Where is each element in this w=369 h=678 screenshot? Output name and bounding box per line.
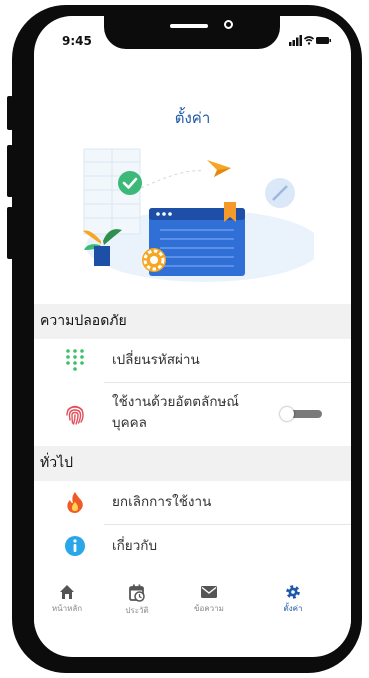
signal-icon xyxy=(289,35,302,46)
menu-item-label: เปลี่ยนรหัสผ่าน xyxy=(112,352,200,368)
info-icon xyxy=(65,536,85,556)
section-header-general: ทั่วไป xyxy=(34,446,351,481)
tab-messages[interactable]: ข้อความ xyxy=(179,578,239,628)
gear-illustration xyxy=(142,248,166,272)
toggle-knob xyxy=(280,407,294,421)
flame-icon xyxy=(67,492,83,513)
settings-illustration xyxy=(83,148,314,282)
calendar-clock-icon xyxy=(129,584,145,602)
fingerprint-icon xyxy=(66,405,84,425)
wifi-icon xyxy=(303,36,315,45)
mail-icon xyxy=(201,586,217,598)
tab-home[interactable]: หน้าหลัก xyxy=(37,578,97,628)
menu-item-label: ใช้งานด้วยอัตตลักษณ์ บุคคล xyxy=(112,392,239,434)
menu-item-about[interactable]: เกี่ยวกับ xyxy=(34,525,351,568)
bottom-tab-bar: หน้าหลัก ประวัติ ข้อความ ตั้งค่า xyxy=(34,578,351,628)
menu-item-label-line1: ใช้งานด้วยอัตตลักษณ์ xyxy=(112,394,239,410)
home-icon xyxy=(60,585,74,599)
status-time: 9:45 xyxy=(62,34,92,48)
front-camera xyxy=(224,20,233,29)
page-title: ตั้งค่า xyxy=(174,109,211,127)
keypad-icon xyxy=(66,349,84,371)
tab-label: ประวัติ xyxy=(125,606,149,615)
phone-notch xyxy=(104,16,280,49)
section-header-security: ความปลอดภัย xyxy=(34,304,351,339)
phone-side-button xyxy=(7,145,13,197)
menu-item-deactivate[interactable]: ยกเลิกการใช้งาน xyxy=(34,481,351,524)
tab-history[interactable]: ประวัติ xyxy=(107,578,167,628)
menu-item-label-line2: บุคคล xyxy=(112,415,147,431)
tab-label: ตั้งค่า xyxy=(283,604,303,613)
phone-side-button xyxy=(7,96,13,130)
biometric-toggle[interactable] xyxy=(280,407,322,421)
gear-icon xyxy=(286,585,300,599)
menu-item-biometric-login[interactable]: ใช้งานด้วยอัตตลักษณ์ บุคคล xyxy=(34,383,351,445)
menu-item-change-password[interactable]: เปลี่ยนรหัสผ่าน xyxy=(34,339,351,382)
phone-side-button xyxy=(7,207,13,259)
menu-item-label: เกี่ยวกับ xyxy=(112,538,158,554)
phone-screen: 9:45 ตั้งค่า ความปลอดภัย เปลี่ยนรหัสผ่าน… xyxy=(34,16,351,657)
speaker xyxy=(170,24,208,28)
menu-item-label: ยกเลิกการใช้งาน xyxy=(112,494,212,510)
battery-icon xyxy=(316,37,331,44)
tab-label: หน้าหลัก xyxy=(51,604,83,613)
tab-label: ข้อความ xyxy=(194,604,224,613)
status-icons xyxy=(289,35,331,46)
tab-settings[interactable]: ตั้งค่า xyxy=(263,578,323,628)
